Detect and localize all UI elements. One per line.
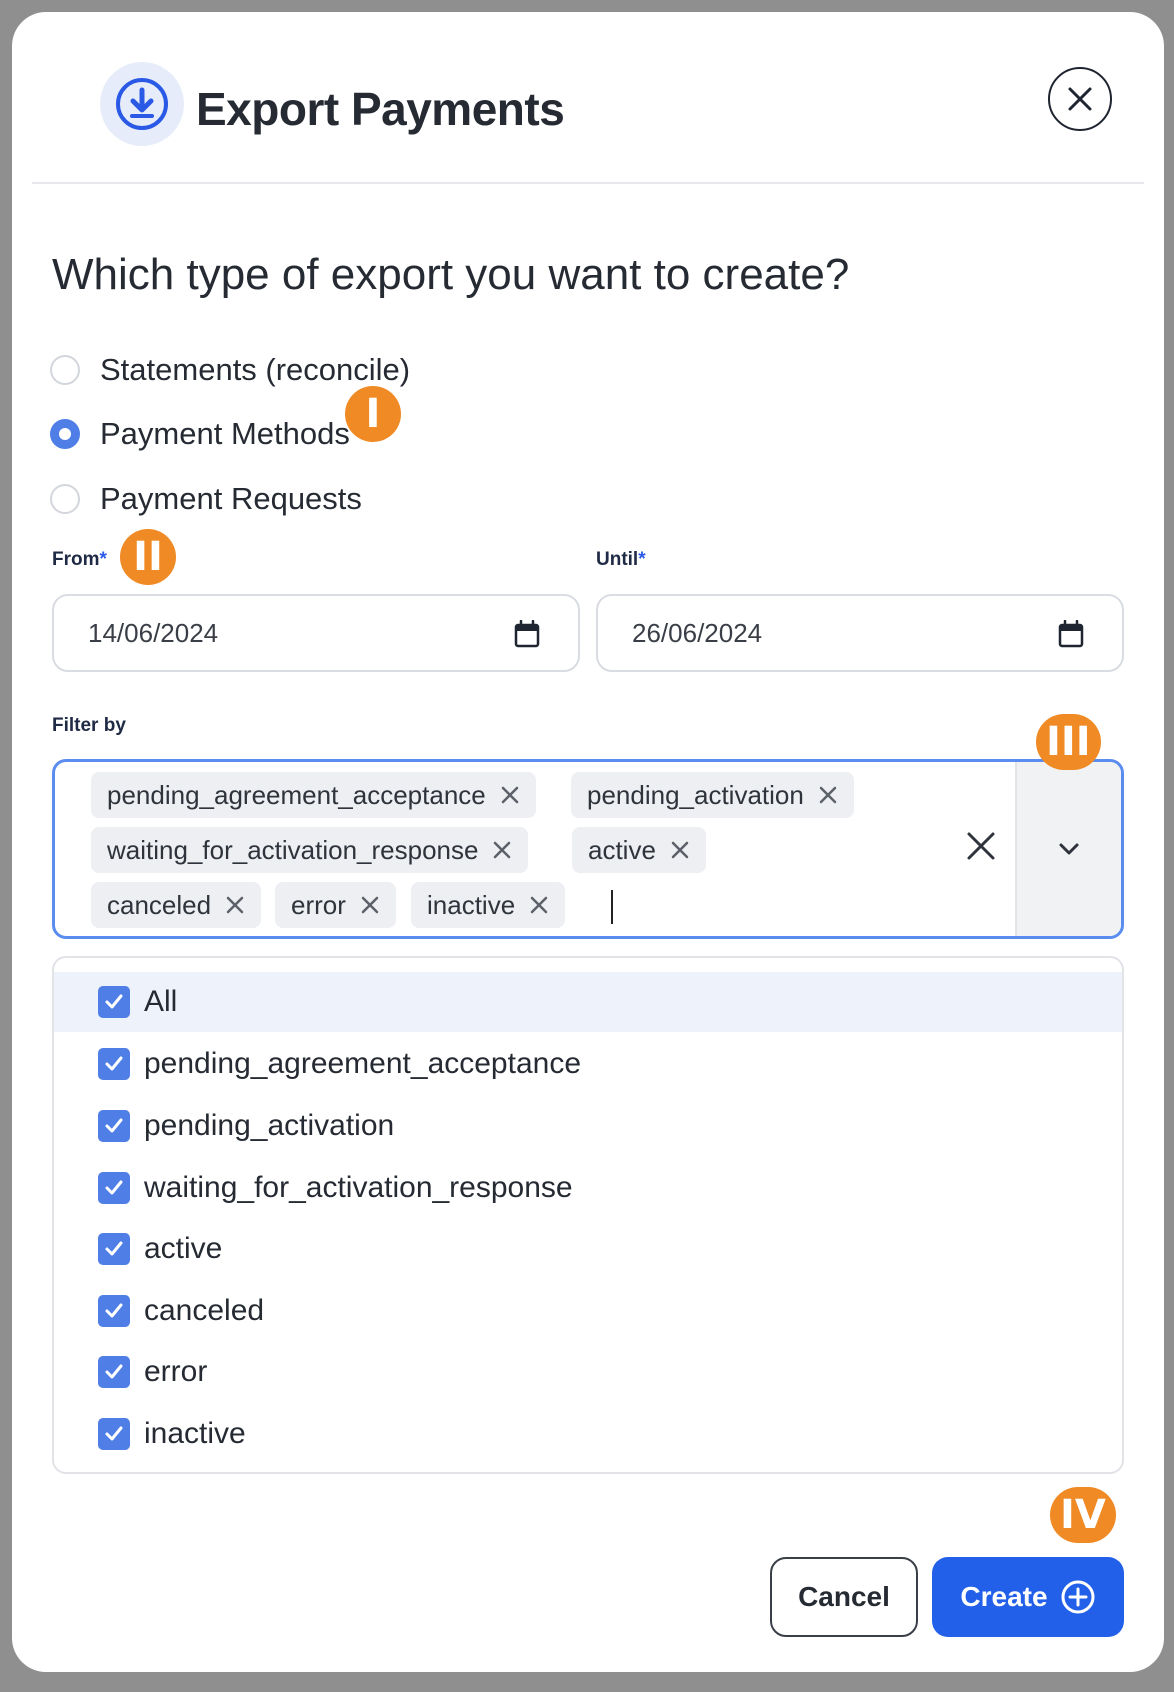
remove-chip-icon[interactable] xyxy=(818,785,838,805)
dialog-title: Export Payments xyxy=(196,83,565,135)
filter-chip: waiting_for_activation_response xyxy=(91,827,529,873)
create-button[interactable]: Create xyxy=(932,1557,1124,1637)
check-icon xyxy=(105,1118,123,1133)
option-all[interactable]: All xyxy=(54,972,1122,1032)
chevron-down-icon xyxy=(1059,843,1079,855)
option-active[interactable]: active xyxy=(54,1219,1122,1279)
filter-chip: pending_agreement_acceptance xyxy=(91,772,536,818)
remove-chip-icon[interactable] xyxy=(529,895,549,915)
check-icon xyxy=(105,1303,123,1318)
check-icon xyxy=(105,1056,123,1071)
option-inactive[interactable]: inactive xyxy=(54,1404,1122,1464)
checkbox-checked[interactable] xyxy=(98,1048,130,1080)
annotation-badge-4: IV xyxy=(1050,1487,1116,1543)
radio-label: Statements (reconcile) xyxy=(100,352,411,387)
checkbox-checked[interactable] xyxy=(98,1110,130,1142)
radio-payment-requests[interactable]: Payment Requests xyxy=(50,477,362,521)
clear-all-icon[interactable] xyxy=(965,830,997,867)
radio-label: Payment Requests xyxy=(100,481,362,516)
from-date-value: 14/06/2024 xyxy=(88,617,219,648)
check-icon xyxy=(105,1364,123,1379)
check-icon xyxy=(105,1241,123,1256)
until-date-input[interactable]: 26/06/2024 xyxy=(596,594,1124,672)
cancel-button-label: Cancel xyxy=(798,1581,890,1612)
download-icon xyxy=(116,78,168,130)
filter-chip: active xyxy=(572,827,706,873)
export-type-question: Which type of export you want to create? xyxy=(52,250,850,299)
close-icon xyxy=(1068,87,1092,111)
until-label: Until* xyxy=(596,549,646,570)
option-pending-activation[interactable]: pending_activation xyxy=(54,1096,1122,1156)
remove-chip-icon[interactable] xyxy=(360,895,380,915)
calendar-icon[interactable] xyxy=(1058,620,1084,648)
check-icon xyxy=(105,994,123,1009)
until-date-value: 26/06/2024 xyxy=(632,617,763,648)
checkbox-checked[interactable] xyxy=(98,1295,130,1327)
option-error[interactable]: error xyxy=(54,1342,1122,1402)
calendar-icon[interactable] xyxy=(514,620,540,648)
annotation-badge-2: II xyxy=(120,529,176,585)
remove-chip-icon[interactable] xyxy=(225,895,245,915)
remove-chip-icon[interactable] xyxy=(670,840,690,860)
header-icon-container xyxy=(100,62,184,146)
option-pending-agreement-acceptance[interactable]: pending_agreement_acceptance xyxy=(54,1034,1122,1094)
filter-chip: pending_activation xyxy=(571,772,854,818)
filter-chip: inactive xyxy=(411,882,566,928)
check-icon xyxy=(105,1426,123,1441)
dropdown-toggle[interactable] xyxy=(1015,762,1121,936)
option-waiting-for-activation-response[interactable]: waiting_for_activation_response xyxy=(54,1158,1122,1218)
check-icon xyxy=(105,1180,123,1195)
plus-circle-icon xyxy=(1060,1579,1096,1615)
cancel-button[interactable]: Cancel xyxy=(770,1557,918,1637)
checkbox-checked[interactable] xyxy=(98,1172,130,1204)
radio-button[interactable] xyxy=(50,484,80,514)
from-label: From* xyxy=(52,549,107,570)
filter-label: Filter by xyxy=(52,715,126,736)
radio-button[interactable] xyxy=(50,355,80,385)
remove-chip-icon[interactable] xyxy=(500,785,520,805)
option-canceled[interactable]: canceled xyxy=(54,1281,1122,1341)
annotation-badge-3: III xyxy=(1036,714,1101,770)
radio-payment-methods[interactable]: Payment Methods xyxy=(50,412,350,456)
checkbox-checked[interactable] xyxy=(98,1418,130,1450)
annotation-badge-1: I xyxy=(345,386,401,442)
radio-label: Payment Methods xyxy=(100,416,350,451)
radio-button[interactable] xyxy=(50,419,80,449)
checkbox-checked[interactable] xyxy=(98,1356,130,1388)
text-caret xyxy=(611,890,613,924)
remove-chip-icon[interactable] xyxy=(492,840,512,860)
dialog-header: Export Payments xyxy=(32,12,1144,184)
from-date-input[interactable]: 14/06/2024 xyxy=(52,594,580,672)
checkbox-checked[interactable] xyxy=(98,1233,130,1265)
filter-options-list: All pending_agreement_acceptance pending… xyxy=(52,956,1124,1474)
close-button[interactable] xyxy=(1048,67,1112,131)
radio-statements[interactable]: Statements (reconcile) xyxy=(50,348,410,392)
create-button-label: Create xyxy=(960,1581,1048,1612)
export-payments-dialog: Export Payments Which type of export you… xyxy=(12,12,1164,1672)
filter-chip: error xyxy=(275,882,396,928)
filter-chip: canceled xyxy=(91,882,262,928)
checkbox-checked[interactable] xyxy=(98,986,130,1018)
filter-multiselect[interactable]: pending_agreement_acceptance pending_act… xyxy=(52,759,1124,939)
